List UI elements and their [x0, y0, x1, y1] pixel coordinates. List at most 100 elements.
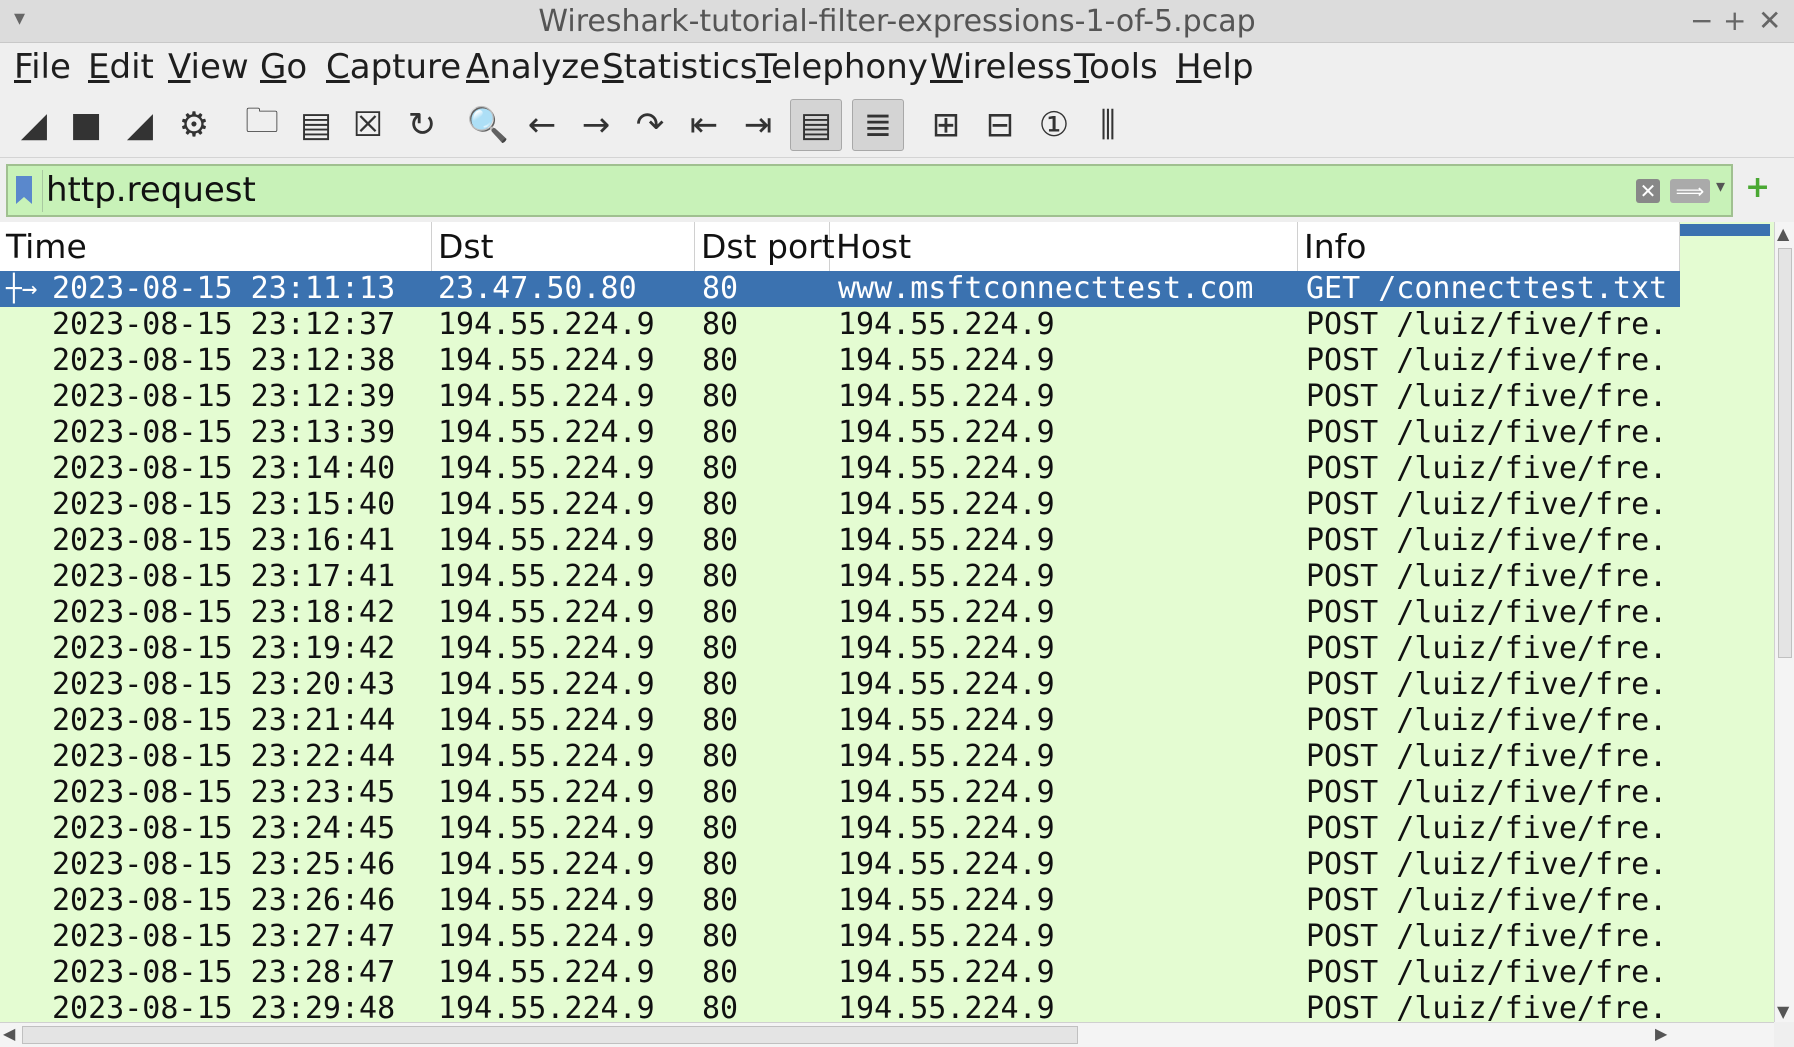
go-forward-icon[interactable]: →	[570, 99, 622, 151]
packet-row[interactable]: 2023-08-15 23:12:38 194.55.224.9 80 194.55.…	[0, 343, 1680, 379]
vertical-scrollbar[interactable]: ▲ ▼	[1774, 222, 1794, 1022]
cell-port: 80	[702, 415, 739, 450]
menu-capture[interactable]: Capture	[326, 47, 461, 87]
column-header-host[interactable]: Host	[830, 222, 1298, 271]
save-file-icon[interactable]: ▤	[290, 99, 342, 151]
cell-host: 194.55.224.9	[838, 919, 1055, 954]
packet-row[interactable]: 2023-08-15 23:27:47 194.55.224.9 80 194.55.…	[0, 919, 1680, 955]
autoscroll-icon[interactable]: ▤	[790, 99, 842, 151]
menu-statistics[interactable]: Statistics	[602, 47, 757, 87]
menu-tools[interactable]: Tools	[1074, 47, 1158, 87]
add-filter-button-icon[interactable]: +	[1745, 170, 1770, 205]
cell-host: 194.55.224.9	[838, 559, 1055, 594]
cell-time: 2023-08-15 23:16:41	[52, 523, 396, 558]
packet-row[interactable]: 2023-08-15 23:19:42 194.55.224.9 80 194.55.…	[0, 631, 1680, 667]
go-first-icon[interactable]: ⇤	[678, 99, 730, 151]
scroll-down-arrow-icon[interactable]: ▼	[1777, 1002, 1789, 1021]
go-back-icon[interactable]: ←	[516, 99, 568, 151]
packet-row[interactable]: 2023-08-15 23:22:44 194.55.224.9 80 194.55.…	[0, 739, 1680, 775]
vertical-scroll-thumb[interactable]	[1778, 248, 1792, 658]
column-header-time[interactable]: Time	[0, 222, 432, 271]
cell-info: POST /luiz/five/fre.	[1306, 343, 1668, 378]
cell-host: 194.55.224.9	[838, 991, 1055, 1022]
packet-row[interactable]: 2023-08-15 23:26:46 194.55.224.9 80 194.55.…	[0, 883, 1680, 919]
display-filter-input[interactable]: http.request	[46, 170, 256, 210]
packet-row[interactable]: 2023-08-15 23:21:44 194.55.224.9 80 194.55.…	[0, 703, 1680, 739]
zoom-in-icon[interactable]: ⊞	[920, 99, 972, 151]
menu-edit[interactable]: Edit	[88, 47, 154, 87]
stop-capture-icon[interactable]: ■	[60, 99, 112, 151]
column-header-dst[interactable]: Dst	[432, 222, 695, 271]
cell-time: 2023-08-15 23:12:38	[52, 343, 396, 378]
packet-row[interactable]: 2023-08-15 23:25:46 194.55.224.9 80 194.55.…	[0, 847, 1680, 883]
scroll-up-arrow-icon[interactable]: ▲	[1777, 224, 1789, 243]
cell-info: POST /luiz/five/fre.	[1306, 667, 1668, 702]
cell-time: 2023-08-15 23:21:44	[52, 703, 396, 738]
horizontal-scrollbar[interactable]: ◀ ▶	[0, 1022, 1774, 1047]
packet-row[interactable]: 2023-08-15 23:12:37 194.55.224.9 80 194.55.…	[0, 307, 1680, 343]
cell-dst: 194.55.224.9	[438, 775, 655, 810]
cell-info: POST /luiz/five/fre.	[1306, 379, 1668, 414]
shark-fin-start-icon[interactable]: ◢	[8, 99, 60, 151]
maximize-button[interactable]: +	[1723, 4, 1746, 37]
cell-info: POST /luiz/five/fre.	[1306, 775, 1668, 810]
column-header-info[interactable]: Info	[1298, 222, 1680, 271]
menu-view[interactable]: View	[168, 47, 249, 87]
scroll-right-arrow-icon[interactable]: ▶	[1655, 1024, 1667, 1043]
cell-dst: 194.55.224.9	[438, 883, 655, 918]
go-to-packet-icon[interactable]: ↷	[624, 99, 676, 151]
cell-port: 80	[702, 991, 739, 1022]
cell-info: POST /luiz/five/fre.	[1306, 307, 1668, 342]
find-packet-icon[interactable]: 🔍	[462, 99, 514, 151]
horizontal-scroll-thumb[interactable]	[22, 1026, 1078, 1044]
cell-dst: 194.55.224.9	[438, 955, 655, 990]
cell-port: 80	[702, 883, 739, 918]
packet-row[interactable]: 2023-08-15 23:13:39 194.55.224.9 80 194.55.…	[0, 415, 1680, 451]
menu-telephony[interactable]: Telephony	[756, 47, 928, 87]
packet-row[interactable]: 2023-08-15 23:28:47 194.55.224.9 80 194.55.…	[0, 955, 1680, 991]
menu-analyze[interactable]: Analyze	[466, 47, 600, 87]
apply-filter-icon[interactable]: ⟹	[1670, 179, 1710, 203]
clear-filter-icon[interactable]: ✕	[1636, 179, 1660, 203]
cell-dst: 194.55.224.9	[438, 667, 655, 702]
packet-row[interactable]: 2023-08-15 23:18:42 194.55.224.9 80 194.55.…	[0, 595, 1680, 631]
restart-capture-icon[interactable]: ◢	[114, 99, 166, 151]
menu-wireless[interactable]: Wireless	[930, 47, 1072, 87]
packet-row[interactable]: 2023-08-15 23:12:39 194.55.224.9 80 194.55.…	[0, 379, 1680, 415]
minimize-button[interactable]: −	[1690, 4, 1713, 37]
packet-row[interactable]: 2023-08-15 23:20:43 194.55.224.9 80 194.55.…	[0, 667, 1680, 703]
packet-row[interactable]: ┼→ 2023-08-15 23:11:13 23.47.50.80 80 www.ms…	[0, 271, 1680, 307]
menu-help[interactable]: Help	[1176, 47, 1254, 87]
cell-port: 80	[702, 847, 739, 882]
cell-dst: 194.55.224.9	[438, 703, 655, 738]
cell-host: 194.55.224.9	[838, 415, 1055, 450]
filter-bookmark-icon[interactable]	[16, 176, 32, 204]
menu-file[interactable]: File	[14, 47, 71, 87]
open-file-icon[interactable]: 🗀	[236, 99, 288, 151]
filter-history-dropdown-icon[interactable]: ▾	[1716, 176, 1725, 197]
cell-host: 194.55.224.9	[838, 739, 1055, 774]
packet-row[interactable]: 2023-08-15 23:14:40 194.55.224.9 80 194.55.…	[0, 451, 1680, 487]
scroll-left-arrow-icon[interactable]: ◀	[3, 1024, 15, 1043]
packet-list[interactable]: Time Dst Dst port Host Info ┼→ 2023-08-15 23:…	[0, 222, 1774, 1022]
close-file-icon[interactable]: ☒	[342, 99, 394, 151]
packet-row[interactable]: 2023-08-15 23:17:41 194.55.224.9 80 194.55.…	[0, 559, 1680, 595]
packet-row[interactable]: 2023-08-15 23:16:41 194.55.224.9 80 194.55.…	[0, 523, 1680, 559]
packet-row[interactable]: 2023-08-15 23:24:45 194.55.224.9 80 194.55.…	[0, 811, 1680, 847]
colorize-icon[interactable]: ≣	[852, 99, 904, 151]
packet-row[interactable]: 2023-08-15 23:15:40 194.55.224.9 80 194.55.…	[0, 487, 1680, 523]
column-header-dst-port[interactable]: Dst port	[695, 222, 835, 271]
reload-icon[interactable]: ↻	[396, 99, 448, 151]
cell-host: 194.55.224.9	[838, 595, 1055, 630]
packet-row[interactable]: 2023-08-15 23:23:45 194.55.224.9 80 194.55.…	[0, 775, 1680, 811]
go-last-icon[interactable]: ⇥	[732, 99, 784, 151]
menu-go[interactable]: Go	[260, 47, 307, 87]
capture-options-icon[interactable]: ⚙	[168, 99, 220, 151]
close-button[interactable]: ✕	[1758, 4, 1781, 37]
resize-columns-icon[interactable]: ⫼	[1082, 99, 1134, 151]
menu-bar: File Edit View Go Capture Analyze Statistics Te…	[0, 43, 1794, 92]
normal-size-icon[interactable]: ①	[1028, 99, 1080, 151]
packet-row[interactable]: 2023-08-15 23:29:48 194.55.224.9 80 194.55.…	[0, 991, 1680, 1022]
zoom-out-icon[interactable]: ⊟	[974, 99, 1026, 151]
cell-time: 2023-08-15 23:20:43	[52, 667, 396, 702]
